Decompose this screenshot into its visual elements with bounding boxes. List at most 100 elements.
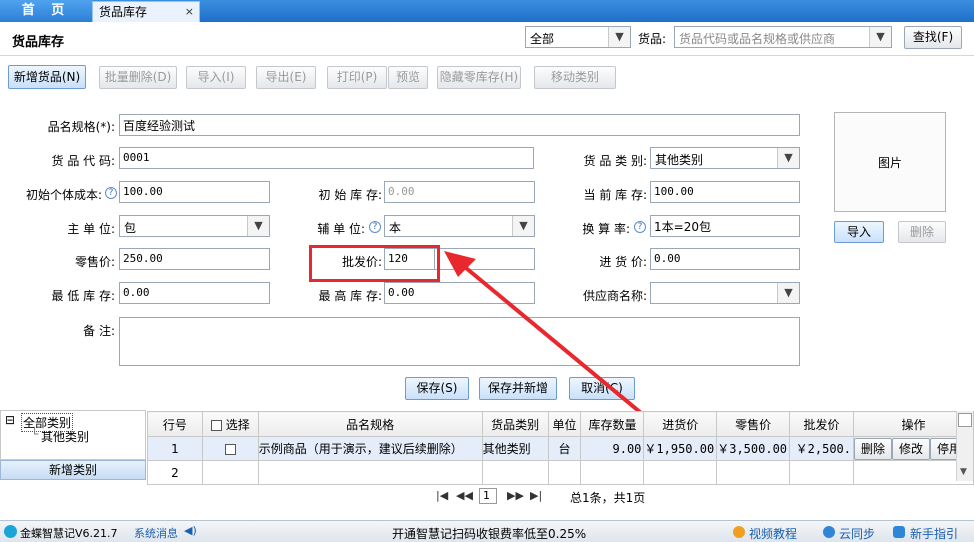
help-icon[interactable]: ? (369, 221, 381, 233)
init-stock-label: 初 始 库 存: (318, 188, 383, 202)
row-category: 其他类别 (481, 436, 549, 461)
col-header[interactable]: 批发价 (789, 411, 854, 437)
col-header[interactable]: 进货价 (643, 411, 718, 437)
preview-button[interactable]: 预览 (388, 66, 428, 89)
table-scrollbar[interactable]: ▼ (956, 411, 973, 481)
row-select-cell (201, 436, 259, 461)
main-unit-label: 主 单 位: (67, 222, 115, 236)
name-field[interactable]: 百度经验测试 (119, 114, 800, 136)
chevron-down-icon[interactable]: ▼ (608, 27, 630, 47)
min-stock-field[interactable]: 0.00 (119, 282, 270, 304)
name-label: 品名规格(*): (47, 120, 115, 134)
chevron-down-icon[interactable]: ▼ (247, 216, 269, 236)
code-field[interactable]: 0001 (119, 147, 534, 169)
chevron-down-icon[interactable]: ▼ (777, 283, 799, 303)
add-category-button[interactable]: 新增类别 (0, 460, 146, 480)
tab-home[interactable]: 首 页 (0, 0, 92, 22)
search-button[interactable]: 查找(F) (904, 26, 962, 49)
table-cell (481, 460, 549, 485)
export-button[interactable]: 导出(E) (256, 66, 316, 89)
category-value: 其他类别 (655, 153, 704, 167)
next-page-icon[interactable]: ▶▶ (507, 489, 524, 502)
category-tree: ⊟ 全部类别 └ 其他类别 (0, 410, 146, 460)
promo-text[interactable]: 开通智慧记扫码收银费率低至0.25% (392, 525, 586, 542)
category-filter-value: 全部 (530, 32, 555, 46)
close-icon[interactable]: × (185, 2, 194, 22)
page-number-input[interactable]: 1 (479, 488, 497, 504)
row-purchase: ￥1,950.00 (643, 436, 718, 461)
goods-label: 货品: (638, 32, 667, 46)
row-qty: 9.00 (580, 436, 645, 461)
move-category-button[interactable]: 移动类别 (534, 66, 616, 89)
select-all-checkbox[interactable] (210, 419, 222, 431)
row-delete-button[interactable]: 删除 (854, 437, 892, 460)
inventory-table: 行号 选择 品名规格 货品类别 单位 库存数量 进货价 零售价 批发价 操作 1… (147, 411, 974, 485)
scrollbar-thumb[interactable] (958, 413, 972, 427)
sub-unit-select[interactable]: 本 ▼ (384, 215, 535, 237)
tree-toggle-icon[interactable]: ⊟ (5, 413, 15, 427)
chevron-down-icon[interactable]: ▼ (777, 148, 799, 168)
retail-price-field[interactable]: 250.00 (119, 248, 270, 270)
add-goods-button[interactable]: 新增货品(N) (8, 65, 86, 89)
col-header[interactable]: 单位 (547, 411, 582, 437)
table-cell (201, 460, 259, 485)
system-messages-link[interactable]: 系统消息 (134, 525, 178, 541)
cloud-sync-link[interactable]: 云同步 (839, 525, 875, 542)
batch-delete-button[interactable]: 批量删除(D) (99, 66, 177, 89)
ratio-field[interactable]: 1本=20包 (650, 215, 800, 237)
row-checkbox[interactable] (224, 443, 236, 455)
app-version: 金蝶智慧记V6.21.7 (20, 527, 118, 540)
chevron-down-icon[interactable]: ▼ (512, 216, 534, 236)
init-cost-field[interactable]: 100.00 (119, 181, 270, 203)
image-delete-button[interactable]: 删除 (898, 221, 946, 243)
prev-page-icon[interactable]: ◀◀ (456, 489, 473, 502)
tree-connector: └ (31, 427, 39, 441)
category-select[interactable]: 其他类别 ▼ (650, 147, 800, 169)
video-tutorial-link[interactable]: 视频教程 (749, 525, 797, 542)
table-cell (716, 460, 791, 485)
max-stock-label: 最 高 库 存: (318, 289, 383, 303)
row-wholesale: ￥2,500. (789, 436, 854, 461)
row-edit-button[interactable]: 修改 (892, 437, 930, 460)
sub-unit-value: 本 (389, 221, 402, 235)
col-header[interactable]: 品名规格 (257, 411, 483, 437)
col-header-select[interactable]: 选择 (201, 411, 259, 437)
col-header[interactable]: 货品类别 (481, 411, 549, 437)
hide-zero-stock-button[interactable]: 隐藏零库存(H) (437, 66, 521, 89)
category-filter-select[interactable]: 全部 ▼ (525, 26, 631, 48)
min-stock-label: 最 低 库 存: (51, 289, 116, 303)
col-header[interactable]: 库存数量 (580, 411, 645, 437)
col-header[interactable]: 零售价 (716, 411, 791, 437)
guide-icon (893, 526, 905, 538)
code-label: 货 品 代 码: (51, 154, 116, 168)
supplier-select[interactable]: ▼ (650, 282, 800, 304)
col-header-select-label: 选择 (225, 417, 250, 432)
annotation-arrow-line (458, 261, 660, 429)
tree-item-other[interactable]: 其他类别 (41, 428, 89, 445)
tab-inventory-label: 货品库存 (99, 5, 148, 19)
print-button[interactable]: 打印(P) (327, 66, 387, 89)
scroll-down-icon[interactable]: ▼ (960, 467, 967, 477)
col-header[interactable]: 行号 (147, 411, 203, 437)
import-button[interactable]: 导入(I) (186, 66, 246, 89)
last-page-icon[interactable]: ▶| (530, 489, 542, 502)
help-icon[interactable]: ? (634, 221, 646, 233)
table-row[interactable]: 1 示例商品（用于演示，建议后续删除） 其他类别 台 9.00 ￥1,950.0… (147, 436, 974, 461)
purchase-price-field[interactable]: 0.00 (650, 248, 800, 270)
image-import-button[interactable]: 导入 (834, 221, 884, 243)
speaker-icon[interactable]: ◀) (184, 524, 197, 537)
first-page-icon[interactable]: |◀ (436, 489, 448, 502)
tab-inventory[interactable]: 货品库存 × (92, 1, 200, 22)
row-retail: ￥3,500.00 (716, 436, 791, 461)
pager-summary: 总1条，共1页 (570, 491, 646, 505)
search-input[interactable]: 货品代码或品名规格或供应商 ▼ (674, 26, 892, 48)
annotation-arrow (444, 251, 660, 429)
video-icon (733, 526, 745, 538)
help-icon[interactable]: ? (105, 187, 117, 199)
main-unit-select[interactable]: 包 ▼ (119, 215, 270, 237)
chevron-down-icon[interactable]: ▼ (869, 27, 891, 47)
table-row[interactable]: 2 (147, 460, 974, 485)
beginner-guide-link[interactable]: 新手指引 (910, 525, 958, 542)
row-name: 示例商品（用于演示，建议后续删除） (257, 436, 483, 461)
init-cost-label: 初始个体成本: (25, 188, 102, 202)
